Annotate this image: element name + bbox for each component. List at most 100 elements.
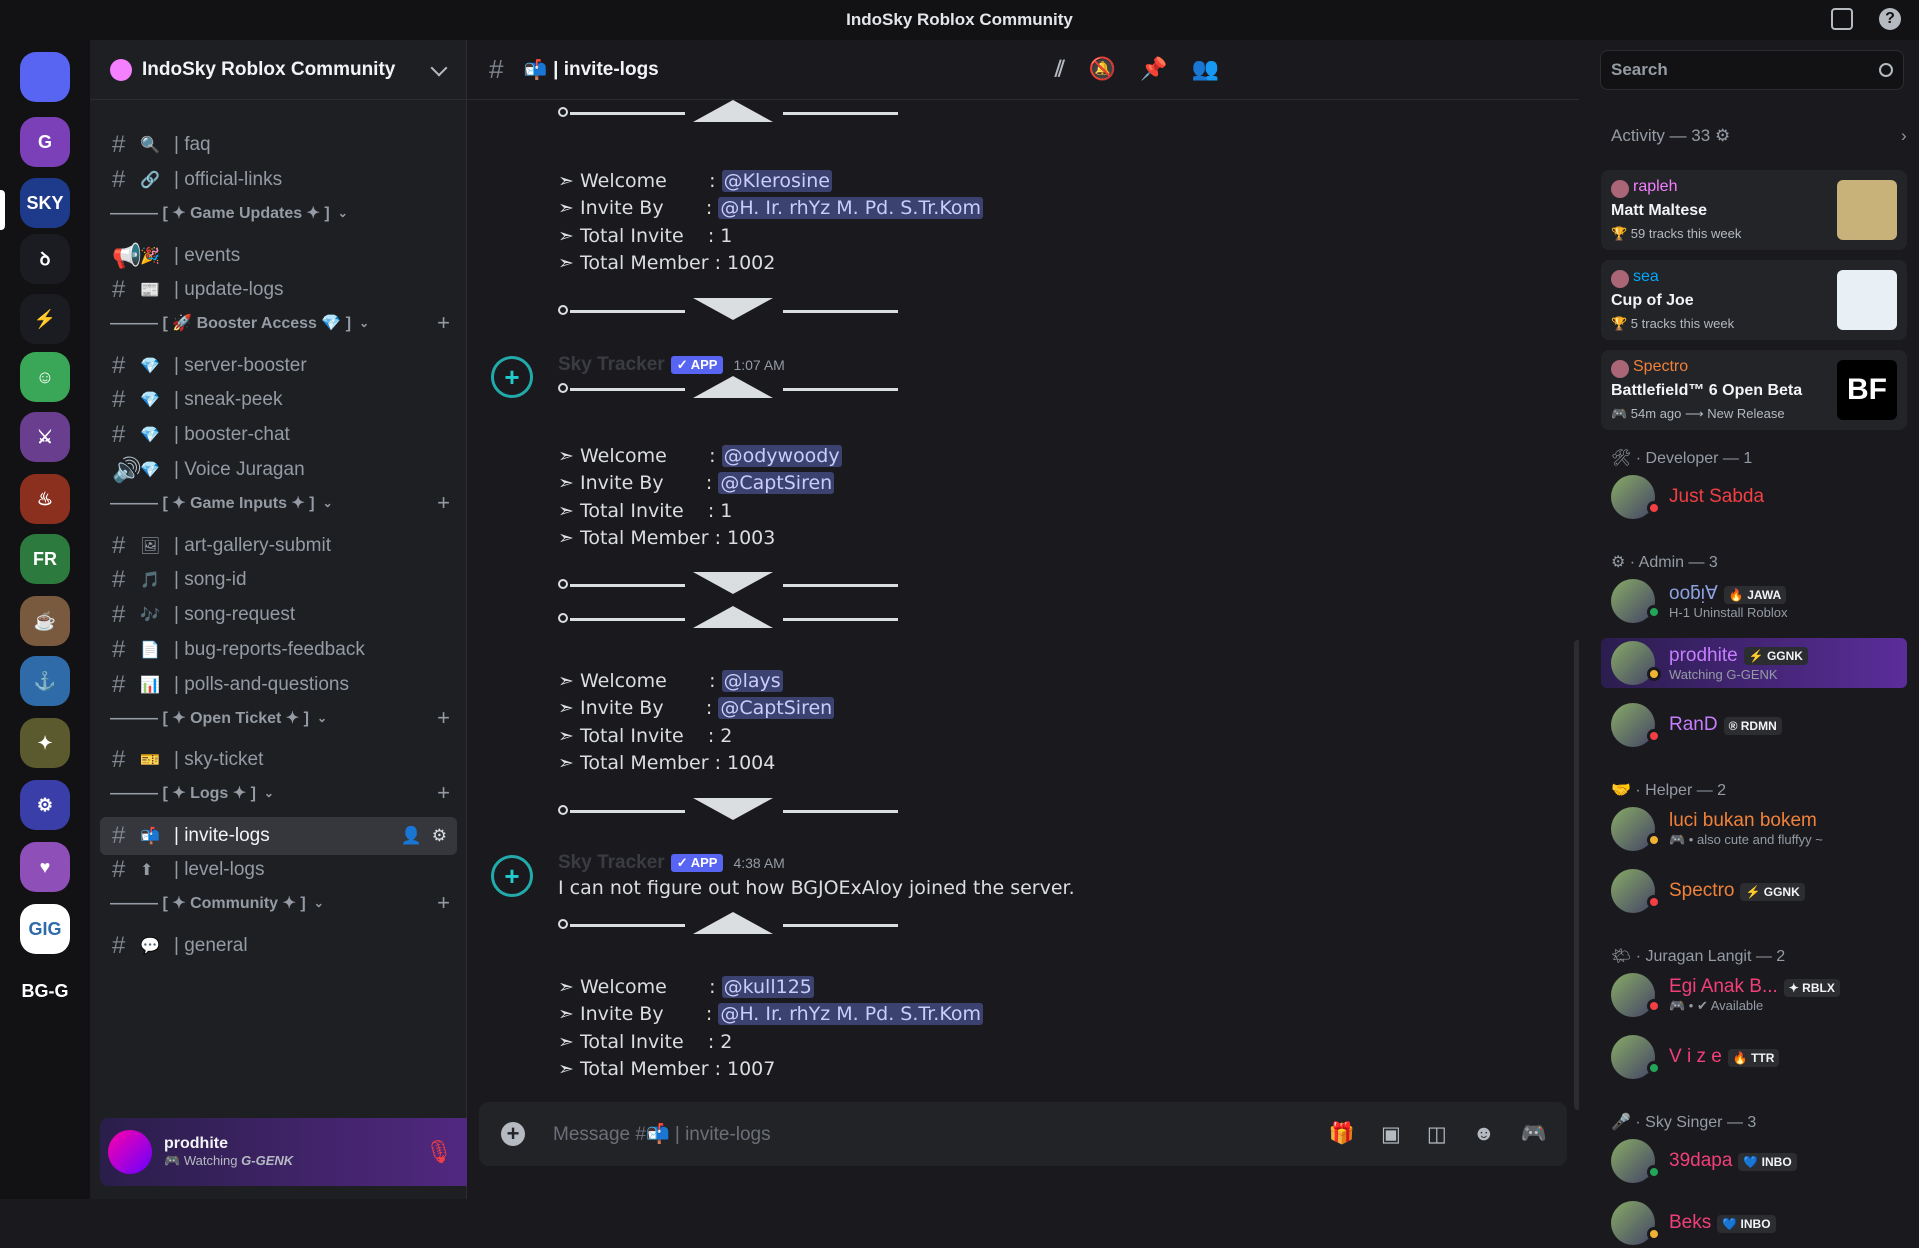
member-item[interactable]: ooƃᴉ∀ 🔥 JAWA H-1 Uninstall Roblox bbox=[1601, 576, 1907, 626]
channel-item[interactable]: # ⬆ | level-logs bbox=[100, 851, 457, 889]
channel-item[interactable]: # 🔍 | faq bbox=[100, 126, 457, 164]
member-item[interactable]: Beks 💙 INBO bbox=[1601, 1198, 1907, 1248]
member-item[interactable]: RanD ® RDMN bbox=[1601, 700, 1907, 750]
server-icon[interactable]: SKY bbox=[20, 178, 70, 228]
member-list-icon[interactable]: 👥 bbox=[1192, 56, 1219, 82]
activity-card[interactable]: Spectro Battlefield™ 6 Open Beta 🎮 54m ago… bbox=[1601, 350, 1907, 430]
add-channel-icon[interactable]: + bbox=[437, 310, 450, 336]
invite-icon[interactable]: 👤 bbox=[401, 826, 422, 846]
notifications-off-icon[interactable]: 🔕 bbox=[1089, 56, 1116, 82]
message-header: Sky Tracker ✓ APP 1:07 AM bbox=[558, 354, 785, 376]
avatar[interactable] bbox=[108, 1130, 152, 1174]
add-channel-icon[interactable]: + bbox=[437, 490, 450, 516]
add-channel-icon[interactable]: + bbox=[437, 890, 450, 916]
channel-item[interactable]: # 📰 | update-logs bbox=[100, 271, 457, 309]
bot-avatar[interactable]: + bbox=[491, 855, 533, 897]
guild-header[interactable]: IndoSky Roblox Community bbox=[90, 40, 467, 100]
server-icon[interactable]: GIG bbox=[20, 904, 70, 954]
mention[interactable]: @Klerosine bbox=[721, 170, 832, 192]
gif-icon[interactable]: ▣ bbox=[1381, 1122, 1401, 1147]
channel-item[interactable]: # 💬 | general bbox=[100, 927, 457, 965]
channel-item[interactable]: # 🎵 | song-id bbox=[100, 561, 457, 599]
channel-emoji: 💎 bbox=[140, 462, 160, 479]
gift-icon[interactable]: 🎁 bbox=[1329, 1122, 1355, 1147]
server-icon[interactable]: G bbox=[20, 117, 70, 167]
chevron-right-icon[interactable]: › bbox=[1901, 126, 1907, 146]
bot-avatar[interactable]: + bbox=[491, 356, 533, 398]
message-composer[interactable]: + Message #📬 | invite-logs 🎁 ▣ ◫ ☻ 🎮 bbox=[479, 1102, 1567, 1166]
server-icon[interactable]: ⚔ bbox=[20, 412, 70, 462]
channel-name: | Voice Juragan bbox=[174, 459, 305, 480]
member-item[interactable]: V i z e 🔥 TTR bbox=[1601, 1032, 1907, 1082]
server-icon[interactable]: ♨ bbox=[20, 474, 70, 524]
pin-icon[interactable]: 📌 bbox=[1140, 56, 1167, 82]
mention[interactable]: @lays bbox=[721, 670, 783, 692]
mute-mic-icon[interactable]: 🎙 bbox=[425, 1139, 453, 1165]
bot-name[interactable]: Sky Tracker bbox=[558, 354, 665, 376]
member-item[interactable]: Spectro ⚡ GGNK bbox=[1601, 866, 1907, 916]
mention[interactable]: @kull125 bbox=[721, 976, 814, 998]
invite-line: ➣ Invite By : @H. Ir. rhYz M. Pd. S.Tr.K… bbox=[558, 1003, 983, 1025]
activities-icon[interactable]: 🎮 bbox=[1521, 1122, 1547, 1147]
message-header: Sky Tracker ✓ APP 4:38 AM bbox=[558, 852, 785, 874]
server-icon[interactable]: ⚓ bbox=[20, 656, 70, 706]
mention[interactable]: @odywoody bbox=[721, 445, 842, 467]
channel-item[interactable]: # 💎 | server-booster bbox=[100, 347, 457, 385]
mention[interactable]: @H. Ir. rhYz M. Pd. S.Tr.Kom bbox=[718, 1003, 983, 1025]
channel-item[interactable]: # 💎 | booster-chat bbox=[100, 416, 457, 454]
activity-header[interactable]: Activity — 33 ⚙ › bbox=[1611, 126, 1907, 146]
server-icon[interactable]: ♥ bbox=[20, 842, 70, 892]
threads-icon[interactable]: ⫽ bbox=[1055, 56, 1065, 82]
channel-item[interactable]: # 📄 | bug-reports-feedback bbox=[100, 631, 457, 669]
channel-category[interactable]: ——— [ ✦ Community ✦ ] ⌄ + bbox=[110, 890, 450, 916]
member-item[interactable]: Just Sabda bbox=[1601, 472, 1907, 522]
channel-category[interactable]: ——— [ ✦ Game Inputs ✦ ] ⌄ + bbox=[110, 490, 450, 516]
channel-category[interactable]: ——— [ ✦ Open Ticket ✦ ] ⌄ + bbox=[110, 705, 450, 731]
channel-item[interactable]: # 🎶 | song-request bbox=[100, 596, 457, 634]
add-attachment-icon[interactable]: + bbox=[501, 1121, 525, 1146]
channel-item[interactable]: # 🔗 | official-links bbox=[100, 161, 457, 199]
mention[interactable]: @CaptSiren bbox=[718, 697, 835, 719]
add-channel-icon[interactable]: + bbox=[437, 705, 450, 731]
channel-item[interactable]: # 🖼 | art-gallery-submit bbox=[100, 527, 457, 565]
server-icon[interactable]: ✦ bbox=[20, 718, 70, 768]
status-dot bbox=[1647, 729, 1661, 743]
channel-category[interactable]: ——— [ ✦ Logs ✦ ] ⌄ + bbox=[110, 780, 450, 806]
activity-sub: 🎮 54m ago ⟶ New Release bbox=[1611, 406, 1785, 421]
channel-item[interactable]: # 📊 | polls-and-questions bbox=[100, 666, 457, 704]
channel-item[interactable]: 🔊 💎 | Voice Juragan bbox=[100, 451, 457, 489]
add-channel-icon[interactable]: + bbox=[437, 780, 450, 806]
mention[interactable]: @H. Ir. rhYz M. Pd. S.Tr.Kom bbox=[718, 197, 983, 219]
emoji-icon[interactable]: ☻ bbox=[1473, 1122, 1495, 1147]
server-icon[interactable]: ⚡ bbox=[20, 294, 70, 344]
mention[interactable]: @CaptSiren bbox=[718, 472, 835, 494]
channel-item[interactable]: # 🎫 | sky-ticket bbox=[100, 741, 457, 779]
channel-settings-icon[interactable]: ⚙ bbox=[432, 826, 447, 846]
search-input[interactable]: Search bbox=[1600, 50, 1904, 90]
chat-header: # 📬 | invite-logs ⫽ 🔕 📌 👥 Search bbox=[467, 40, 1904, 100]
inbox-icon[interactable] bbox=[1831, 8, 1853, 30]
channel-item[interactable]: # 💎 | sneak-peek bbox=[100, 381, 457, 419]
channel-category[interactable]: ——— [ ✦ Game Updates ✦ ] ⌄ bbox=[110, 201, 450, 225]
sticker-icon[interactable]: ◫ bbox=[1427, 1122, 1447, 1147]
channel-item[interactable]: 📢 🎉 | events bbox=[100, 237, 457, 275]
member-item[interactable]: prodhite ⚡ GGNK Watching G-GENK bbox=[1601, 638, 1907, 688]
server-icon[interactable]: BG-G bbox=[20, 966, 70, 1016]
member-item[interactable]: 39dapa 💙 INBO bbox=[1601, 1136, 1907, 1186]
activity-card[interactable]: rapleh Matt Maltese 🏆 59 tracks this week bbox=[1601, 170, 1907, 250]
activity-card[interactable]: sea Cup of Joe 🏆 5 tracks this week bbox=[1601, 260, 1907, 340]
server-icon[interactable]: ☕ bbox=[20, 596, 70, 646]
direct-messages-button[interactable] bbox=[20, 52, 70, 102]
server-icon[interactable]: ⚙ bbox=[20, 780, 70, 830]
server-icon[interactable]: ꝺ bbox=[20, 234, 70, 284]
member-item[interactable]: luci bukan bokem 🎮 • also cute and fluffy… bbox=[1601, 804, 1907, 854]
role-header: 🎤 · Sky Singer — 3 bbox=[1611, 1114, 1757, 1131]
channel-item[interactable]: # 📬 | invite-logs 👤 ⚙ bbox=[100, 817, 457, 855]
server-icon[interactable]: ☺ bbox=[20, 352, 70, 402]
help-icon[interactable]: ? bbox=[1879, 8, 1901, 30]
gear-icon[interactable]: ⚙ bbox=[1715, 126, 1730, 145]
bot-name[interactable]: Sky Tracker bbox=[558, 852, 665, 874]
member-item[interactable]: Egi Anak B... ✦ RBLX 🎮 • ✔ Available bbox=[1601, 970, 1907, 1020]
server-icon[interactable]: FR bbox=[20, 534, 70, 584]
channel-category[interactable]: ——— [ 🚀 Booster Access 💎 ] ⌄ + bbox=[110, 310, 450, 336]
